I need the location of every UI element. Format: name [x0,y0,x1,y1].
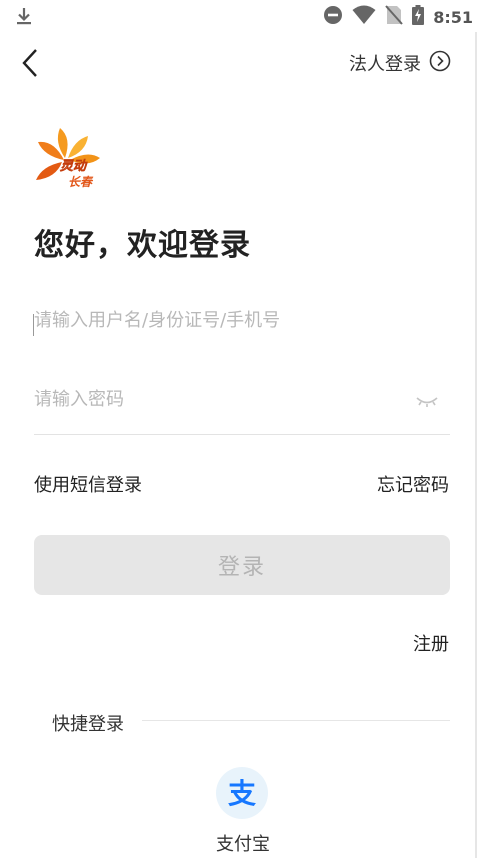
logo-text-top: 灵动 [60,159,88,174]
do-not-disturb-icon [323,5,343,29]
register-link[interactable]: 注册 [413,630,449,656]
eye-closed-icon[interactable] [414,393,440,411]
status-time: 8:51 [433,7,473,27]
download-icon [14,6,34,30]
text-caret [33,314,34,336]
alipay-icon: 支 [228,777,256,810]
quick-login-label: 快捷登录 [52,714,124,735]
corp-login-label: 法人登录 [349,54,421,75]
username-input[interactable] [34,310,450,331]
wifi-icon [352,5,376,29]
app-logo: 灵动 长春 [34,126,102,192]
status-bar: 8:51 [0,0,483,32]
alipay-login-button[interactable]: 支 [216,767,268,819]
welcome-title: 您好，欢迎登录 [34,228,251,263]
corp-login-link[interactable]: 法人登录 [349,50,451,76]
scroll-edge [475,32,477,858]
back-button[interactable] [18,46,48,80]
login-button[interactable]: 登录 [34,535,450,595]
chevron-left-icon [22,49,37,77]
password-input[interactable] [34,389,450,410]
logo-text-bottom: 长春 [68,175,94,189]
alipay-label: 支付宝 [216,834,270,855]
battery-charging-icon [412,5,425,29]
no-sim-icon [385,5,403,29]
alipay-glyph: 支 [228,777,256,810]
circle-chevron-right-icon [429,50,451,76]
username-field-wrapper [33,310,450,340]
sms-login-link[interactable]: 使用短信登录 [34,471,142,497]
password-field-wrapper [34,389,450,435]
forgot-password-link[interactable]: 忘记密码 [377,471,449,497]
quick-login-divider [142,720,450,721]
